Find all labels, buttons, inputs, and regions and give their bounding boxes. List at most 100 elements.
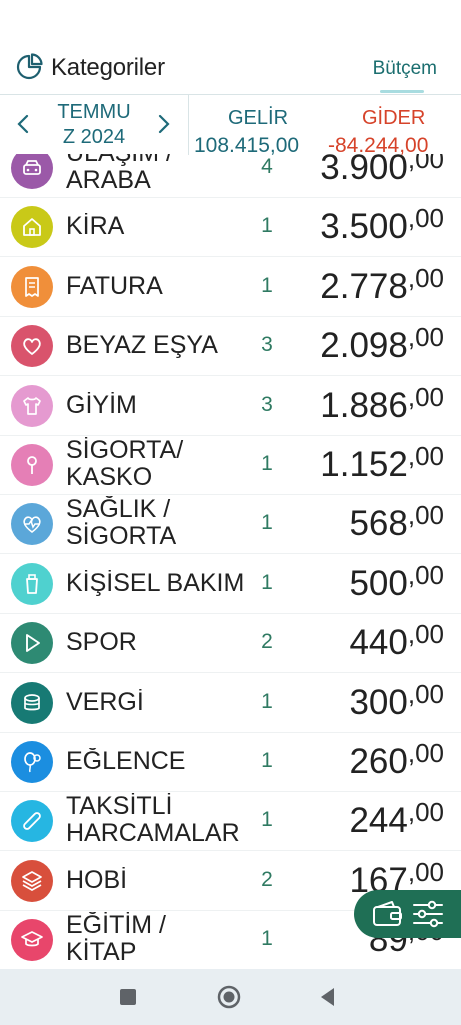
amount-decimal: ,00 xyxy=(407,559,444,590)
back-icon[interactable] xyxy=(316,985,340,1009)
category-amount: 244,00 xyxy=(349,797,444,841)
category-row[interactable]: TAKSİTLİ HARCAMALAR 1 244,00 xyxy=(0,791,461,852)
category-name: SİGORTA/KASKO xyxy=(66,437,256,491)
category-list[interactable]: ULAŞIM /ARABA43.900,00KİRA13.500,00FATUR… xyxy=(0,154,461,969)
category-name: HOBİ xyxy=(66,867,256,897)
play-icon xyxy=(26,634,40,653)
category-icon-badge xyxy=(11,562,53,605)
category-row[interactable]: ULAŞIM /ARABA4 3.900,00 xyxy=(0,154,461,198)
recent-apps-icon[interactable] xyxy=(116,985,140,1009)
amount-decimal: ,00 xyxy=(407,154,444,174)
category-name-line: ARABA xyxy=(66,166,151,194)
category-icon-badge xyxy=(11,384,53,427)
month-summary: TEMMU Z 2024 GELİR 108.415,00 GİDER -84.… xyxy=(0,94,461,155)
category-row[interactable]: KİRA 1 3.500,00 xyxy=(0,197,461,258)
wallet-filter-button[interactable] xyxy=(354,890,461,938)
heart-icon xyxy=(23,338,41,356)
category-icon-badge xyxy=(11,265,53,308)
category-name: KİŞİSEL BAKIM xyxy=(66,570,256,600)
transaction-count: 1 xyxy=(261,749,273,772)
amount-integer: 3.900 xyxy=(320,154,408,187)
category-amount: 3.900,00 xyxy=(320,154,444,188)
transaction-count: 3 xyxy=(261,392,273,416)
category-icon-badge xyxy=(11,800,53,843)
category-name-line: SAĞLIK / xyxy=(66,496,171,524)
receipt-icon xyxy=(25,276,39,297)
amount-integer: 1.152 xyxy=(320,445,408,484)
layers-icon xyxy=(22,870,42,891)
amount-decimal: ,00 xyxy=(407,678,444,709)
category-amount: 1.152,00 xyxy=(320,441,444,485)
category-name: BEYAZ EŞYA xyxy=(66,332,256,362)
amount-decimal: ,00 xyxy=(407,441,444,471)
amount-integer: 440 xyxy=(349,623,408,663)
category-icon-badge xyxy=(11,622,53,665)
amount-decimal: ,00 xyxy=(407,619,444,650)
category-amount: 2.098,00 xyxy=(320,322,444,366)
category-row[interactable]: EĞLENCE 1 260,00 xyxy=(0,732,461,792)
amount-integer: 260 xyxy=(349,742,408,781)
category-name-line: FATURA xyxy=(66,272,163,300)
budget-tab[interactable]: Bütçem xyxy=(373,58,437,80)
app-bar: Kategoriler Bütçem xyxy=(0,0,461,94)
transaction-count: 2 xyxy=(261,867,273,891)
amount-integer: 1.886 xyxy=(320,385,408,425)
filter-sliders-icon xyxy=(413,900,443,928)
category-row[interactable]: SİGORTA/KASKO 1 1.152,00 xyxy=(0,435,461,495)
home-button-icon[interactable] xyxy=(217,985,241,1009)
pin-icon xyxy=(27,456,37,474)
pie-chart-icon xyxy=(16,53,43,80)
transaction-count: 1 xyxy=(261,452,273,475)
category-name-line: GİYİM xyxy=(66,391,137,419)
category-name-line: VERGİ xyxy=(66,688,144,716)
category-name-line: EĞİTİM / xyxy=(66,912,166,940)
category-row[interactable]: KİŞİSEL BAKIM 1 500,00 xyxy=(0,554,461,614)
amount-decimal: ,00 xyxy=(407,203,444,234)
transaction-count: 1 xyxy=(261,214,273,238)
bandage-icon xyxy=(23,812,41,831)
category-icon-badge xyxy=(11,859,53,902)
home-icon xyxy=(23,218,41,237)
expense-label: GİDER xyxy=(362,107,426,129)
category-icon-badge xyxy=(11,503,53,546)
category-name-line: KİŞİSEL BAKIM xyxy=(66,569,245,597)
income-value: 108.415,00 xyxy=(194,134,300,155)
category-row[interactable]: SAĞLIK / SİGORTA 1 568,00 xyxy=(0,494,461,555)
amount-decimal: ,00 xyxy=(407,500,444,531)
category-amount: 2.778,00 xyxy=(320,263,444,307)
category-name-line: HOBİ xyxy=(66,866,128,894)
transaction-count: 1 xyxy=(261,511,273,535)
category-name: SPOR xyxy=(66,629,256,659)
amount-decimal: ,00 xyxy=(407,738,444,768)
category-icon-badge xyxy=(11,681,53,724)
amount-integer: 2.778 xyxy=(320,266,408,306)
coins-icon xyxy=(24,693,40,710)
transaction-count: 1 xyxy=(261,808,273,832)
category-amount: 1.886,00 xyxy=(320,382,444,426)
transaction-count: 1 xyxy=(261,570,273,594)
transaction-count: 4 xyxy=(261,155,273,178)
amount-integer: 2.098 xyxy=(320,326,408,366)
category-name-line: SİGORTA xyxy=(66,522,177,551)
category-name: ULAŞIM /ARABA xyxy=(66,154,256,194)
category-row[interactable]: GİYİM 3 1.886,00 xyxy=(0,376,461,436)
transaction-count: 1 xyxy=(261,689,273,713)
category-amount: 500,00 xyxy=(349,560,444,604)
category-row[interactable]: VERGİ 1 300,00 xyxy=(0,673,461,733)
transaction-count: 2 xyxy=(261,630,273,654)
month-label-line2: Z 2024 xyxy=(62,126,126,148)
category-icon-badge xyxy=(11,741,53,783)
category-row[interactable]: BEYAZ EŞYA 3 2.098,00 xyxy=(0,316,461,377)
category-name-line: KİRA xyxy=(66,213,125,241)
month-selector[interactable]: TEMMU Z 2024 xyxy=(48,100,140,150)
amount-decimal: ,00 xyxy=(407,322,444,353)
amount-integer: 300 xyxy=(349,682,408,722)
amount-decimal: ,00 xyxy=(407,381,444,412)
month-label-line1: TEMMU xyxy=(57,101,131,123)
system-nav-bar xyxy=(0,969,461,1025)
chevron-right-icon[interactable] xyxy=(157,113,171,135)
category-row[interactable]: SPOR 2 440,00 xyxy=(0,613,461,674)
category-amount: 440,00 xyxy=(349,619,444,663)
chevron-left-icon[interactable] xyxy=(16,113,30,135)
category-row[interactable]: FATURA 1 2.778,00 xyxy=(0,257,461,317)
